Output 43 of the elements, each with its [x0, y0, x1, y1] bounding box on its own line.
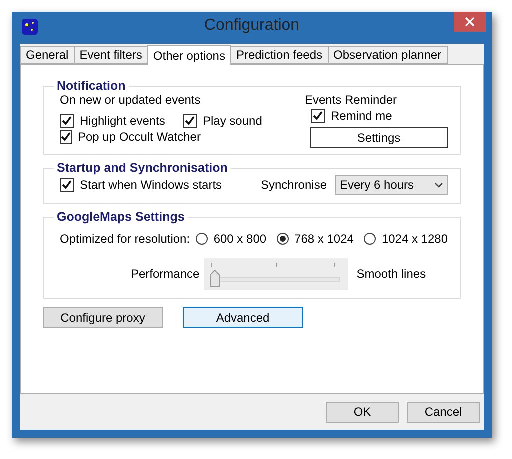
tab[interactable]: Observation planner	[328, 46, 448, 64]
group-title: Notification	[56, 79, 127, 93]
slider-thumb[interactable]	[210, 270, 220, 287]
checkbox[interactable]	[60, 114, 74, 128]
checkbox[interactable]	[311, 109, 325, 123]
dialog-button[interactable]: Cancel	[407, 402, 480, 422]
sync-dropdown[interactable]: Every 6 hours	[335, 175, 448, 195]
dialog-button[interactable]: OK	[326, 402, 399, 422]
group-title: GoogleMaps Settings	[56, 210, 186, 224]
settings-button[interactable]: Settings	[310, 127, 448, 148]
radio-label: 600 x 800	[214, 232, 267, 246]
checkbox-label: Highlight events	[80, 114, 166, 128]
radio-button[interactable]	[364, 233, 376, 245]
checkbox[interactable]	[60, 178, 74, 192]
slider[interactable]	[204, 258, 348, 290]
section-label: Events Reminder	[305, 93, 398, 107]
close-icon	[465, 17, 475, 27]
action-button[interactable]: Advanced	[183, 307, 303, 328]
close-button[interactable]	[454, 12, 486, 32]
radio-button[interactable]	[276, 233, 289, 245]
app-icon	[22, 19, 38, 35]
window-title: Configuration	[204, 17, 300, 35]
checkbox-label: Pop up Occult Watcher	[78, 130, 201, 144]
checkbox-label: Remind me	[331, 109, 392, 123]
checkbox[interactable]	[60, 130, 72, 144]
group-title: Startup and Synchronisation	[56, 161, 229, 175]
tab[interactable]: Other options	[147, 45, 232, 65]
chevron-down-icon	[435, 182, 443, 188]
field-label: Synchronise	[260, 178, 327, 192]
section-label: On new or updated events	[60, 93, 202, 107]
tab[interactable]: General	[20, 46, 75, 64]
slider-label: Smooth lines	[356, 267, 426, 281]
field-label: Optimized for resolution:	[60, 232, 190, 246]
tab[interactable]: Event filters	[74, 46, 148, 64]
checkbox[interactable]	[183, 114, 197, 128]
radio-button[interactable]	[196, 233, 208, 245]
slider-label: Performance	[131, 267, 200, 281]
radio-label: 768 x 1024	[294, 232, 354, 246]
radio-label: 1024 x 1280	[382, 232, 448, 246]
checkbox-label: Play sound	[203, 114, 262, 128]
action-button[interactable]: Configure proxy	[43, 307, 163, 328]
tab[interactable]: Prediction feeds	[230, 46, 329, 64]
checkbox-label: Start when Windows starts	[80, 178, 222, 192]
